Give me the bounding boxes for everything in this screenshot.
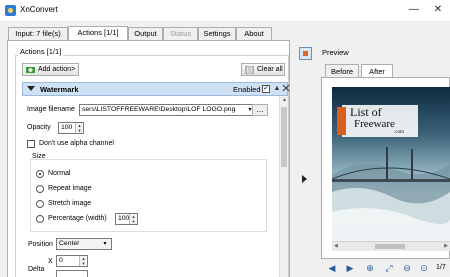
preview-label: Preview bbox=[322, 48, 349, 57]
watermark-line2: Freeware bbox=[354, 118, 395, 130]
scroll-up-icon[interactable]: ▲ bbox=[280, 96, 289, 105]
delta-label: Delta bbox=[28, 266, 45, 273]
image-filename-field[interactable]: sers\LISTOFFREEWARE\Desktop\LOF LOGO.png… bbox=[79, 104, 257, 116]
position-select[interactable]: Center ▾ bbox=[56, 238, 112, 250]
preview-icon bbox=[299, 47, 312, 60]
delta-x-label: X bbox=[48, 258, 53, 265]
percentage-input[interactable]: 100% ▲ ▼ bbox=[115, 213, 138, 225]
size-percentage-radio[interactable] bbox=[36, 215, 44, 223]
delta-y-input[interactable] bbox=[56, 270, 88, 277]
size-normal-label: Normal bbox=[48, 170, 71, 177]
add-action-icon bbox=[26, 67, 35, 73]
position-label: Position bbox=[28, 241, 53, 248]
clear-all-label: Clear all bbox=[257, 66, 283, 73]
position-dropdown-icon[interactable]: ▾ bbox=[100, 239, 110, 249]
scroll-left-icon[interactable]: ◀ bbox=[334, 243, 338, 249]
size-repeat-radio[interactable] bbox=[36, 185, 44, 193]
delta-x-input[interactable]: 0 ▲ ▼ bbox=[56, 255, 88, 267]
position-value: Center bbox=[59, 240, 80, 247]
title-bar: XnConvert — ✕ bbox=[0, 0, 450, 22]
preview-hscrollbar[interactable]: ◀ ▶ bbox=[332, 241, 450, 251]
preview-scroll-thumb[interactable] bbox=[375, 244, 405, 249]
opacity-value: 100 bbox=[61, 124, 73, 131]
add-action-button[interactable]: Add action> bbox=[22, 63, 79, 76]
image-filename-label: Image filename bbox=[27, 106, 75, 113]
tab-output[interactable]: Output bbox=[128, 27, 163, 40]
enabled-label: Enabled bbox=[233, 85, 261, 94]
opacity-label: Opacity bbox=[27, 124, 51, 131]
window-title: XnConvert bbox=[20, 5, 58, 14]
size-normal-radio[interactable] bbox=[36, 170, 44, 178]
actions-scrollbar[interactable]: ▲ bbox=[279, 96, 288, 277]
page-count: 1/7 bbox=[436, 264, 446, 271]
add-action-label: Add action> bbox=[38, 66, 76, 73]
opacity-input[interactable]: 100 ▲ ▼ bbox=[58, 122, 84, 134]
watermark-line3: .com bbox=[394, 130, 404, 135]
percentage-spinner[interactable]: ▲ ▼ bbox=[129, 214, 137, 224]
remove-action-icon[interactable] bbox=[281, 84, 291, 94]
clear-all-button[interactable]: Clear all bbox=[241, 63, 285, 76]
tab-after[interactable]: After bbox=[361, 64, 393, 78]
scroll-right-icon[interactable]: ▶ bbox=[444, 243, 448, 249]
delta-x-spinner[interactable]: ▲ ▼ bbox=[79, 256, 87, 266]
size-stretch-label: Stretch image bbox=[48, 200, 92, 207]
tab-input[interactable]: Input: 7 file(s) bbox=[8, 27, 68, 40]
opacity-spinner[interactable]: ▲ ▼ bbox=[75, 123, 83, 133]
collapse-arrow-icon[interactable] bbox=[27, 86, 35, 91]
zoom-out-icon[interactable]: ⊖ bbox=[402, 263, 412, 273]
zoom-in-icon[interactable]: ⊕ bbox=[365, 263, 375, 273]
size-stretch-radio[interactable] bbox=[36, 200, 44, 208]
tab-settings[interactable]: Settings bbox=[198, 27, 236, 40]
clear-all-icon bbox=[245, 66, 254, 74]
alpha-channel-checkbox[interactable] bbox=[27, 140, 35, 148]
size-group: Normal Repeat image Stretch image Percen… bbox=[30, 159, 267, 232]
actual-size-icon[interactable]: ⊙ bbox=[419, 263, 429, 273]
watermark-logo: List of Freeware .com bbox=[337, 105, 418, 137]
next-image-icon[interactable]: ▶ bbox=[345, 263, 355, 273]
image-filename-value: sers\LISTOFFREEWARE\Desktop\LOF LOGO.png bbox=[82, 106, 236, 113]
watermark-title: Watermark bbox=[40, 85, 79, 94]
actions-group-label: Actions [1/1] bbox=[18, 47, 64, 56]
watermark-action-header[interactable]: Watermark Enabled ✓ ▲ bbox=[22, 82, 291, 96]
fit-window-icon[interactable]: ⤢ bbox=[384, 263, 394, 273]
expand-panel-arrow-icon[interactable] bbox=[302, 175, 307, 183]
preview-image: List of Freeware .com bbox=[332, 87, 450, 241]
tab-status[interactable]: Status bbox=[163, 27, 198, 40]
minimize-button[interactable]: — bbox=[406, 2, 422, 18]
enabled-checkbox[interactable]: ✓ bbox=[262, 85, 270, 93]
scrollbar-thumb[interactable] bbox=[281, 107, 287, 167]
tab-actions[interactable]: Actions [1/1] bbox=[68, 26, 128, 41]
tab-before[interactable]: Before bbox=[325, 64, 359, 78]
tab-about[interactable]: About bbox=[236, 27, 272, 40]
xnconvert-app-icon bbox=[5, 5, 16, 16]
delta-x-value: 0 bbox=[59, 257, 63, 264]
close-button[interactable]: ✕ bbox=[430, 2, 446, 18]
size-repeat-label: Repeat image bbox=[48, 185, 92, 192]
browse-button[interactable]: ... bbox=[252, 104, 268, 116]
size-percentage-label: Percentage (width) bbox=[48, 215, 107, 222]
alpha-channel-label: Don't use alpha channel bbox=[39, 140, 114, 147]
previous-image-icon[interactable]: ◀ bbox=[327, 263, 337, 273]
